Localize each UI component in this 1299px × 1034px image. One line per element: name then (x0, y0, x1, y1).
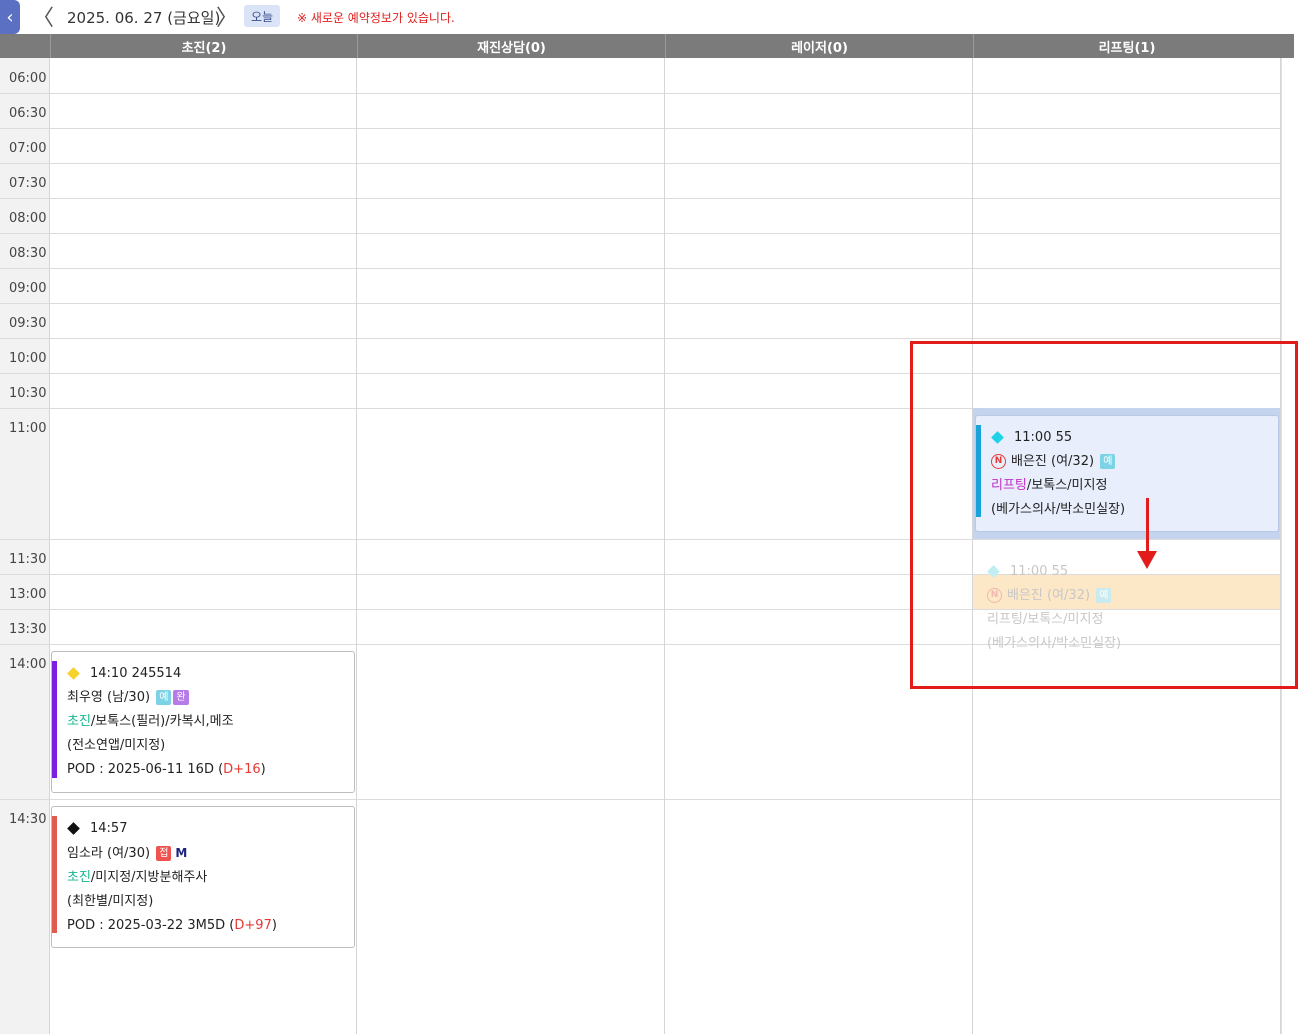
pod-info: POD : 2025-03-22 3M5D ( (67, 918, 235, 933)
ghost-staff: (베가스의사/박소민실장) (987, 636, 1122, 651)
new-reservation-notice[interactable]: ※ 새로운 예약정보가 있습니다. (297, 9, 455, 26)
row-divider (0, 539, 1294, 540)
appointment-time: 14:10 245514 (90, 666, 182, 681)
time-label: 10:00 (9, 351, 47, 366)
toolbar: ‹ 〈 2025. 06. 27 (금요일) 〉 오늘 ※ 새로운 예약정보가 … (0, 0, 1299, 34)
next-day-button[interactable]: 〉 (216, 3, 239, 31)
row-divider (0, 128, 1294, 129)
appointment-color-bar (976, 425, 981, 517)
new-patient-icon: N (991, 454, 1006, 469)
arrow-head-icon (1137, 551, 1157, 569)
reservation-badge: 예 (1100, 454, 1116, 469)
prev-day-button[interactable]: 〈 (32, 3, 55, 31)
time-label: 09:00 (9, 281, 47, 296)
current-date: 2025. 06. 27 (금요일) (67, 9, 221, 27)
row-divider (0, 303, 1294, 304)
row-divider (0, 93, 1294, 94)
reservation-badge: 예 (156, 690, 172, 705)
staff-info: (최한별/미지정) (67, 894, 154, 909)
time-label: 09:30 (9, 316, 47, 331)
treatment-category: 초진 (67, 714, 91, 729)
column-header-row: 초진(2) 재진상담(0) 레이저(0) 리프팅(1) (0, 34, 1294, 58)
time-label: 13:30 (9, 622, 47, 637)
row-divider (0, 233, 1294, 234)
time-column: 06:00 06:30 07:00 07:30 08:00 08:30 09:0… (0, 58, 50, 1034)
treatment-detail: /보톡스/미지정 (1026, 478, 1108, 493)
appointment-color-bar (52, 816, 57, 933)
chevron-left-icon: ‹ (6, 6, 14, 28)
treatment-category: 초진 (67, 870, 91, 885)
diamond-icon (987, 564, 1000, 578)
ghost-patient: 배은진 (여/32) (1007, 588, 1091, 603)
staff-info: (베가스의사/박소민실장) (991, 502, 1126, 517)
row-divider (0, 198, 1294, 199)
column-header-revisit-consult[interactable]: 재진상담(0) (357, 34, 665, 58)
pod-close: ) (271, 918, 277, 933)
today-button[interactable]: 오늘 (244, 5, 280, 27)
diamond-icon (991, 430, 1004, 444)
row-divider (0, 373, 1294, 374)
treatment-detail: /미지정/지방분해주사 (90, 870, 208, 885)
time-label: 07:00 (9, 141, 47, 156)
column-divider (972, 58, 973, 1034)
row-divider (0, 163, 1294, 164)
pod-days: D+16 (223, 762, 261, 777)
row-divider (0, 268, 1294, 269)
time-label: 13:00 (9, 587, 47, 602)
appointment-card[interactable]: 11:00 55 N 배은진 (여/32) 예 리프팅/보톡스/미지정 (베가스의… (975, 415, 1279, 532)
patient-name: 임소라 (여/30) (67, 846, 151, 861)
patient-name: 배은진 (여/32) (1011, 454, 1095, 469)
appointment-time: 11:00 55 (1014, 430, 1073, 445)
scrollbar[interactable] (1281, 58, 1294, 1034)
time-label: 11:30 (9, 552, 47, 567)
treatment-detail: /보톡스(필러)/카복시,메조 (90, 714, 234, 729)
drag-preview: 11:00 55 N 배은진 (여/32) 예 리프팅/보톡스/미지정 (베가스의… (987, 560, 1121, 656)
arrow-down-icon (1146, 498, 1149, 552)
ghost-time: 11:00 55 (1010, 564, 1069, 579)
time-label: 10:30 (9, 386, 47, 401)
pod-close: ) (260, 762, 266, 777)
staff-info: (전소연앱/미지정) (67, 738, 166, 753)
appointment-color-bar (52, 661, 57, 778)
chevron-left-icon: 〈 (32, 6, 55, 31)
membership-badge: M (175, 846, 188, 860)
time-label: 06:30 (9, 106, 47, 121)
column-divider (356, 58, 357, 1034)
treatment-category: 리프팅 (991, 478, 1027, 493)
patient-name: 최우영 (남/30) (67, 690, 151, 705)
reservation-badge: 예 (1096, 588, 1112, 603)
appointment-card[interactable]: 14:57 임소라 (여/30) 접M 초진/미지정/지방분해주사 (최한별/미… (51, 806, 355, 948)
time-label: 08:30 (9, 246, 47, 261)
time-label: 07:30 (9, 176, 47, 191)
time-label: 14:00 (9, 657, 47, 672)
time-label: 08:00 (9, 211, 47, 226)
sidebar-collapse-button[interactable]: ‹ (0, 0, 20, 34)
column-header-laser[interactable]: 레이저(0) (665, 34, 973, 58)
column-header-lifting[interactable]: 리프팅(1) (973, 34, 1280, 58)
row-divider (0, 338, 1294, 339)
appointment-time: 14:57 (90, 821, 128, 836)
ghost-detail: 리프팅/보톡스/미지정 (987, 612, 1104, 627)
reception-badge: 접 (156, 846, 172, 861)
completed-badge: 완 (173, 690, 189, 705)
row-divider (0, 799, 1294, 800)
diamond-icon (67, 666, 80, 680)
column-header-first-visit[interactable]: 초진(2) (50, 34, 357, 58)
pod-info: POD : 2025-06-11 16D ( (67, 762, 224, 777)
pod-days: D+97 (234, 918, 272, 933)
time-label: 14:30 (9, 812, 47, 827)
chevron-right-icon: 〉 (216, 6, 239, 31)
appointment-card[interactable]: 14:10 245514 최우영 (남/30) 예완 초진/보톡스(필러)/카복… (51, 651, 355, 793)
time-label: 11:00 (9, 421, 47, 436)
time-label: 06:00 (9, 71, 47, 86)
new-patient-icon: N (987, 588, 1002, 603)
column-divider (664, 58, 665, 1034)
diamond-icon (67, 821, 80, 835)
